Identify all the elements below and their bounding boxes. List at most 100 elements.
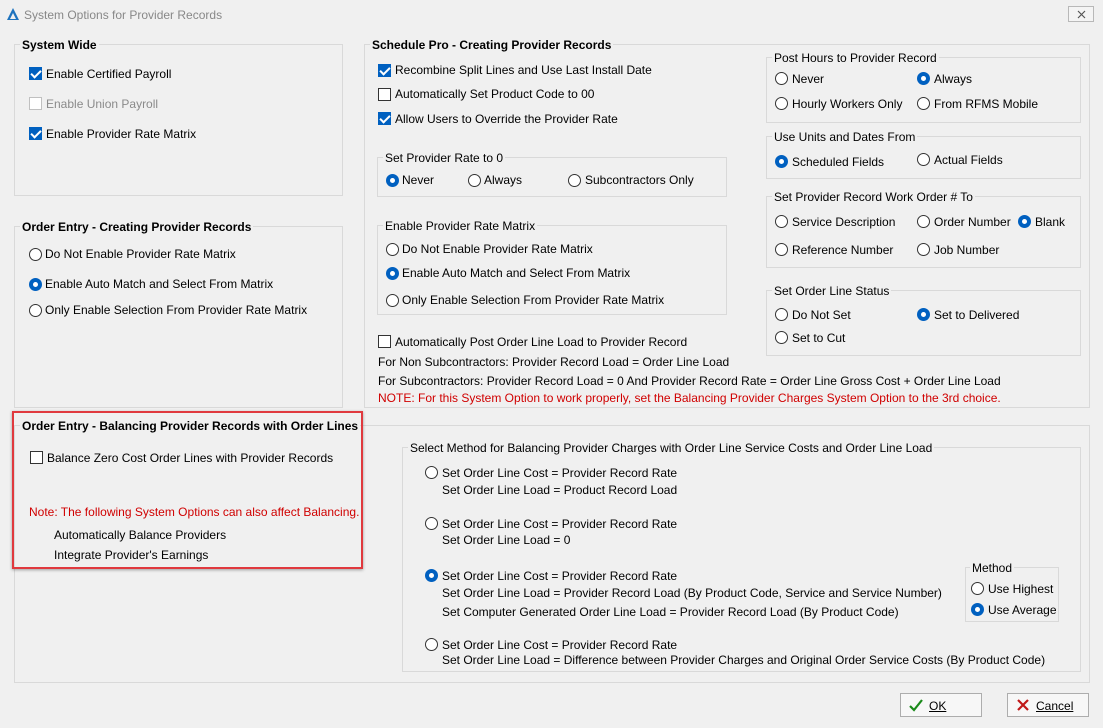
title-bar: System Options for Provider Records [0, 0, 1103, 30]
enable-union-payroll-label: Enable Union Payroll [46, 97, 159, 111]
status-delivered-label: Set to Delivered [934, 308, 1020, 322]
oe-do-not-enable-matrix-radio[interactable] [29, 248, 42, 261]
sp-do-not-enable-matrix-radio[interactable] [386, 243, 399, 256]
enable-provider-rate-matrix-checkbox[interactable] [29, 127, 42, 140]
close-button[interactable] [1068, 6, 1094, 22]
oe-do-not-enable-matrix-label: Do Not Enable Provider Rate Matrix [45, 247, 236, 261]
wo-service-description-radio[interactable] [775, 215, 788, 228]
system-wide-title: System Wide [20, 38, 99, 52]
cancel-button[interactable]: Cancel [1007, 693, 1089, 717]
method-option-1-line-1: Set Order Line Cost = Provider Record Ra… [442, 466, 678, 480]
method-use-highest-radio[interactable] [971, 582, 984, 595]
method-option-2-radio[interactable] [425, 517, 438, 530]
method-option-3-radio[interactable] [425, 569, 438, 582]
rate-zero-subcontractors-label: Subcontractors Only [585, 173, 694, 187]
line-status-title: Set Order Line Status [772, 284, 892, 298]
app-logo-icon [7, 8, 19, 20]
method-use-average-label: Use Average [988, 603, 1057, 617]
wo-order-number-radio[interactable] [917, 215, 930, 228]
method-option-1-radio[interactable] [425, 466, 438, 479]
oe-auto-match-radio[interactable] [29, 278, 42, 291]
sp-enable-matrix-title: Enable Provider Rate Matrix [383, 219, 538, 233]
wo-order-number-label: Order Number [934, 215, 1011, 229]
post-hours-rfms-mobile-radio[interactable] [917, 97, 930, 110]
auto-post-load-label: Automatically Post Order Line Load to Pr… [395, 335, 688, 349]
sp-only-selection-radio[interactable] [386, 294, 399, 307]
method-option-3-line-2: Set Order Line Load = Provider Record Lo… [442, 586, 942, 600]
cancel-button-label: Cancel [1036, 699, 1074, 713]
method-option-1-line-2: Set Order Line Load = Product Record Loa… [442, 483, 678, 497]
post-hours-hourly-label: Hourly Workers Only [792, 97, 903, 111]
enable-provider-rate-matrix-label: Enable Provider Rate Matrix [46, 127, 197, 141]
rate-zero-subcontractors-radio[interactable] [568, 174, 581, 187]
auto-set-product-code-checkbox[interactable] [378, 88, 391, 101]
oe-auto-match-label: Enable Auto Match and Select From Matrix [45, 277, 274, 291]
balancing-warning-note: NOTE: For this System Option to work pro… [378, 391, 1001, 405]
status-cut-label: Set to Cut [792, 331, 846, 345]
post-hours-never-label: Never [792, 72, 825, 86]
status-cut-radio[interactable] [775, 331, 788, 344]
checkmark-icon [909, 699, 923, 712]
rate-zero-always-label: Always [484, 173, 523, 187]
post-hours-rfms-mobile-label: From RFMS Mobile [934, 97, 1039, 111]
wo-blank-radio[interactable] [1018, 215, 1031, 228]
method-use-average-radio[interactable] [971, 603, 984, 616]
allow-override-rate-label: Allow Users to Override the Provider Rat… [395, 112, 618, 126]
enable-union-payroll-checkbox [29, 97, 42, 110]
post-hours-hourly-radio[interactable] [775, 97, 788, 110]
rate-zero-never-label: Never [402, 173, 435, 187]
post-hours-never-radio[interactable] [775, 72, 788, 85]
work-order-group [766, 196, 1081, 268]
ok-button-label: OK [929, 699, 947, 713]
wo-blank-label: Blank [1035, 215, 1066, 229]
work-order-title: Set Provider Record Work Order # To [772, 190, 975, 204]
highlight-box [12, 411, 363, 569]
enable-certified-payroll-label: Enable Certified Payroll [46, 67, 172, 81]
line-status-group [766, 290, 1081, 356]
method-option-4-line-2: Set Order Line Load = Difference between… [442, 653, 1046, 667]
sp-do-not-enable-matrix-label: Do Not Enable Provider Rate Matrix [402, 242, 593, 256]
rate-zero-never-radio[interactable] [386, 174, 399, 187]
post-hours-always-radio[interactable] [917, 72, 930, 85]
status-delivered-radio[interactable] [917, 308, 930, 321]
cancel-x-icon [1017, 699, 1029, 711]
wo-job-number-label: Job Number [934, 243, 1000, 257]
ok-button[interactable]: OK [900, 693, 982, 717]
sp-only-selection-label: Only Enable Selection From Provider Rate… [402, 293, 665, 307]
units-actual-label: Actual Fields [934, 153, 1003, 167]
units-scheduled-radio[interactable] [775, 155, 788, 168]
method-option-4-radio[interactable] [425, 638, 438, 651]
post-hours-group [766, 57, 1081, 123]
units-scheduled-label: Scheduled Fields [792, 155, 885, 169]
recombine-split-lines-label: Recombine Split Lines and Use Last Insta… [395, 63, 652, 77]
method-use-highest-label: Use Highest [988, 582, 1054, 596]
set-rate-zero-title: Set Provider Rate to 0 [383, 151, 506, 165]
enable-certified-payroll-checkbox[interactable] [29, 67, 42, 80]
units-actual-radio[interactable] [917, 153, 930, 166]
subcontractor-note: For Subcontractors: Provider Record Load… [378, 374, 1001, 388]
sp-auto-match-label: Enable Auto Match and Select From Matrix [402, 266, 631, 280]
window-title: System Options for Provider Records [24, 8, 223, 22]
method-option-2-line-2: Set Order Line Load = 0 [442, 533, 571, 547]
status-do-not-set-radio[interactable] [775, 308, 788, 321]
sp-auto-match-radio[interactable] [386, 267, 399, 280]
wo-reference-number-radio[interactable] [775, 243, 788, 256]
auto-set-product-code-label: Automatically Set Product Code to 00 [395, 87, 595, 101]
close-icon [1077, 10, 1086, 19]
use-units-title: Use Units and Dates From [772, 130, 918, 144]
method-option-3-line-1: Set Order Line Cost = Provider Record Ra… [442, 569, 678, 583]
balancing-method-title: Select Method for Balancing Provider Cha… [408, 441, 935, 455]
wo-job-number-radio[interactable] [917, 243, 930, 256]
wo-reference-number-label: Reference Number [792, 243, 894, 257]
rate-zero-always-radio[interactable] [468, 174, 481, 187]
status-do-not-set-label: Do Not Set [792, 308, 851, 322]
auto-post-load-checkbox[interactable] [378, 335, 391, 348]
post-hours-always-label: Always [934, 72, 973, 86]
wo-service-description-label: Service Description [792, 215, 896, 229]
method-option-4-line-1: Set Order Line Cost = Provider Record Ra… [442, 638, 678, 652]
recombine-split-lines-checkbox[interactable] [378, 64, 391, 77]
non-subcontractor-note: For Non Subcontractors: Provider Record … [378, 355, 730, 369]
allow-override-rate-checkbox[interactable] [378, 112, 391, 125]
oe-only-selection-radio[interactable] [29, 304, 42, 317]
schedule-pro-title: Schedule Pro - Creating Provider Records [370, 38, 614, 52]
